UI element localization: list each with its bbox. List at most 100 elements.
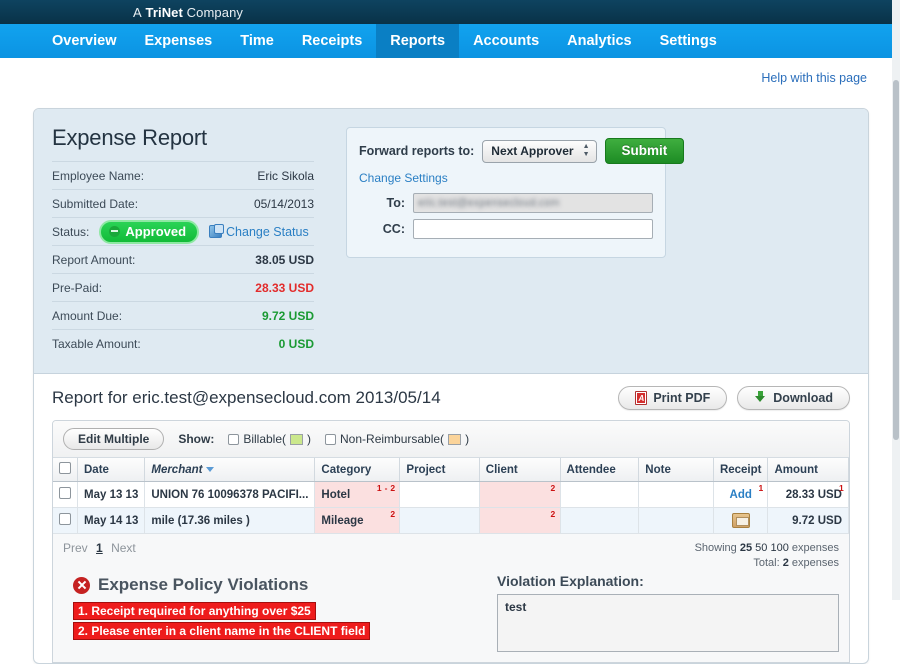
summary-label: Report Amount: — [52, 252, 136, 267]
nav-item-accounts[interactable]: Accounts — [459, 24, 553, 58]
summary-row-taxable: Taxable Amount: 0 USD — [52, 329, 314, 357]
row-select-cell[interactable] — [53, 481, 78, 508]
column-header-label: Category — [321, 463, 372, 476]
nav-item-label: Overview — [52, 33, 117, 49]
column-header-note[interactable]: Note — [638, 458, 714, 482]
cell-category[interactable]: 1 - 2 Hotel — [314, 481, 401, 508]
nav-item-expenses[interactable]: Expenses — [131, 24, 227, 58]
billable-color-swatch — [290, 433, 304, 445]
summary-value: 28.33 USD — [255, 280, 314, 295]
select-all-header[interactable] — [53, 458, 78, 482]
cell-date[interactable]: May 14 13 — [77, 507, 146, 534]
billable-checkbox[interactable] — [228, 433, 240, 445]
to-field-row: To: eric.test@expensecloud.com — [359, 193, 653, 213]
column-header-category[interactable]: Category — [314, 458, 401, 482]
forward-recipient-select[interactable]: Next Approver ▲ ▼ — [482, 139, 597, 163]
row-checkbox[interactable] — [59, 487, 71, 499]
page-size-100[interactable]: 100 — [770, 542, 788, 554]
nav-item-overview[interactable]: Overview — [38, 24, 131, 58]
prev-page-button[interactable]: Prev — [63, 541, 88, 555]
report-actions: Print PDF Download — [618, 386, 850, 410]
change-status-icon — [209, 224, 225, 238]
nav-item-settings[interactable]: Settings — [646, 24, 731, 58]
page-scrollbar[interactable] — [892, 0, 900, 600]
violation-explanation-textarea[interactable]: test — [497, 594, 839, 652]
cell-date[interactable]: May 13 13 — [77, 481, 146, 508]
error-icon — [73, 576, 90, 594]
row-select-cell[interactable] — [53, 507, 78, 534]
cell-attendee[interactable] — [560, 507, 640, 534]
non-reimbursable-filter[interactable]: Non-Reimbursable( ) — [325, 432, 469, 446]
cell-receipt-value[interactable]: Add — [730, 489, 752, 501]
column-header-label: Client — [485, 463, 518, 476]
receipt-image-icon[interactable] — [731, 513, 750, 528]
column-header-label: Merchant — [151, 463, 203, 476]
column-header-client[interactable]: Client — [479, 458, 561, 482]
column-header-receipt[interactable]: Receipt — [713, 458, 769, 482]
billable-filter[interactable]: Billable( ) — [228, 432, 311, 446]
to-input[interactable]: eric.test@expensecloud.com — [413, 193, 653, 213]
column-header-amount[interactable]: Amount — [767, 458, 849, 482]
cell-attendee[interactable] — [560, 481, 640, 508]
cell-merchant[interactable]: mile (17.36 miles ) — [144, 507, 316, 534]
column-header-attendee[interactable]: Attendee — [560, 458, 640, 482]
cell-client[interactable]: 2 — [479, 507, 561, 534]
cell-project[interactable] — [399, 481, 480, 508]
column-header-label: Date — [84, 463, 109, 476]
cell-amount[interactable]: 1 28.33 USD — [767, 481, 849, 508]
nav-item-label: Reports — [390, 33, 446, 49]
cell-merchant[interactable]: UNION 76 10096378 PACIFI... — [144, 481, 316, 508]
cell-category-value: Hotel — [321, 488, 351, 501]
violation-flag: 2 — [550, 509, 556, 519]
row-checkbox[interactable] — [59, 513, 71, 525]
nav-item-analytics[interactable]: Analytics — [553, 24, 645, 58]
nav-item-label: Analytics — [567, 33, 632, 49]
non-reimbursable-checkbox[interactable] — [325, 433, 337, 445]
cc-input[interactable] — [413, 219, 653, 239]
cell-note[interactable] — [638, 507, 714, 534]
expenses-panel: Edit Multiple Show: Billable( ) Non-Reim… — [52, 420, 850, 663]
cell-client[interactable]: 2 — [479, 481, 561, 508]
column-header-label: Amount — [774, 463, 818, 476]
page-size-25[interactable]: 25 — [740, 542, 752, 554]
cell-receipt[interactable]: 1 Add — [713, 481, 769, 508]
summary-value: 9.72 USD — [261, 308, 314, 323]
table-row[interactable]: May 14 13 mile (17.36 miles ) 2 Mileage 2 9.7… — [53, 507, 849, 534]
cell-amount[interactable]: 9.72 USD — [767, 507, 849, 534]
showing-prefix: Showing — [694, 542, 737, 554]
nav-item-reports[interactable]: Reports — [376, 24, 460, 58]
showing-suffix: expenses — [791, 542, 839, 554]
select-all-checkbox[interactable] — [59, 462, 71, 474]
brand-name: TriNet — [145, 4, 183, 20]
column-header-project[interactable]: Project — [399, 458, 480, 482]
summary-value: 0 USD — [278, 336, 314, 351]
scrollbar-thumb[interactable] — [893, 80, 899, 440]
violation-flag: 1 - 2 — [376, 483, 396, 493]
next-page-button[interactable]: Next — [111, 541, 136, 555]
edit-multiple-button[interactable]: Edit Multiple — [63, 428, 165, 450]
cell-receipt[interactable] — [713, 507, 769, 534]
column-header-merchant[interactable]: Merchant — [144, 458, 316, 482]
non-reimbursable-color-swatch — [448, 433, 462, 445]
total-suffix: expenses — [791, 557, 839, 569]
nav-item-receipts[interactable]: Receipts — [288, 24, 376, 58]
print-pdf-button[interactable]: Print PDF — [618, 386, 728, 410]
submit-button[interactable]: Submit — [604, 138, 685, 164]
change-status-link[interactable]: Change Status — [209, 224, 309, 239]
page-title: Expense Report — [52, 125, 207, 150]
table-row[interactable]: May 13 13 UNION 76 10096378 PACIFI... 1 - … — [53, 481, 849, 508]
nav-item-time[interactable]: Time — [226, 24, 288, 58]
cell-category[interactable]: 2 Mileage — [314, 507, 401, 534]
cell-note[interactable] — [638, 481, 714, 508]
current-page-button[interactable]: 1 — [96, 541, 103, 555]
help-with-this-page-link[interactable]: Help with this page — [761, 71, 867, 85]
summary-left: Expense Report Employee Name: Eric Sikol… — [52, 123, 314, 357]
forward-reports-box: Forward reports to: Next Approver ▲ ▼ Sub… — [346, 127, 685, 258]
page-size-50[interactable]: 50 — [755, 542, 767, 554]
column-header-date[interactable]: Date — [77, 458, 146, 482]
download-button[interactable]: Download — [737, 386, 850, 410]
change-settings-link[interactable]: Change Settings — [359, 171, 448, 185]
summary-row-prepaid: Pre-Paid: 28.33 USD — [52, 273, 314, 301]
cell-project[interactable] — [399, 507, 480, 534]
status-label: Status: — [52, 224, 90, 239]
